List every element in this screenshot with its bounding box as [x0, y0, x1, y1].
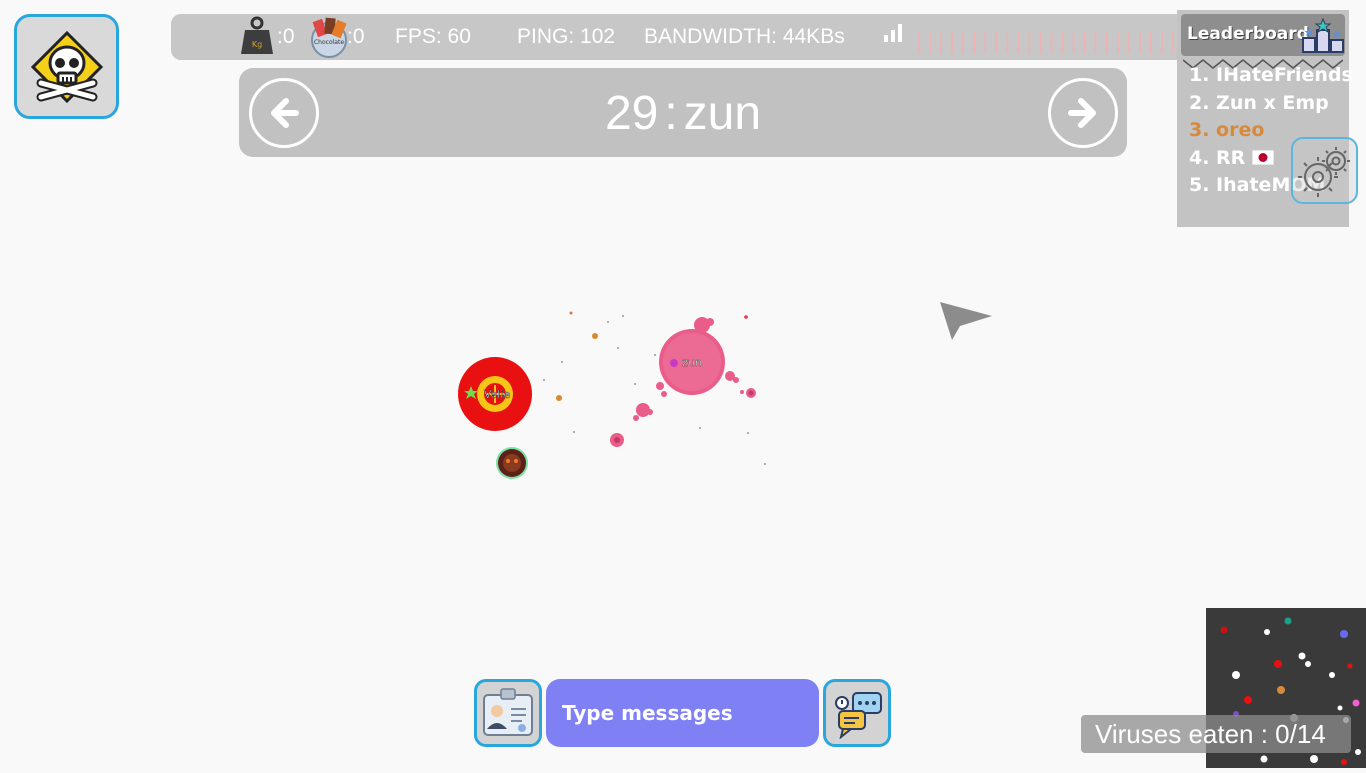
- enemy-cell-name: Velie: [484, 388, 511, 401]
- skull-crossbones-icon: [30, 30, 103, 103]
- leaderboard-entry: 1. IHateFriends: [1189, 64, 1353, 86]
- mouse-direction-pointer-icon: [940, 302, 992, 340]
- arrow-right-icon: [1068, 98, 1096, 128]
- spectate-separator: :: [664, 87, 678, 140]
- spectate-rank: 29: [604, 87, 659, 140]
- spectate-player-name: zun: [683, 87, 762, 140]
- leaderboard-entry: 4. RR: [1189, 147, 1275, 169]
- japan-flag-icon: [1251, 149, 1275, 166]
- svg-text:Kg: Kg: [252, 40, 262, 49]
- leaderboard-entry-self: 3. oreo: [1189, 119, 1265, 141]
- leaderboard-entry-text: 4. RR: [1189, 147, 1246, 169]
- mass-count: :0: [277, 25, 295, 48]
- settings-button[interactable]: [1291, 137, 1358, 204]
- signal-icon: [884, 24, 902, 42]
- leaderboard-header: Leaderboard: [1181, 14, 1345, 56]
- chat-toggle-button[interactable]: [823, 679, 891, 747]
- player-cell: zun: [659, 329, 725, 395]
- svg-text:Chocolate: Chocolate: [314, 39, 344, 46]
- leaderboard-entry: 2. Zun x Emp: [1189, 92, 1329, 114]
- food-pellets: [543, 311, 766, 465]
- leaderboard-title: Leaderboard: [1187, 24, 1309, 44]
- bandwidth-graph: ||||||||||||||||||||||||||: [913, 29, 1201, 53]
- weight-icon: Kg: [241, 16, 273, 54]
- gear-icon: [1297, 146, 1350, 197]
- chat-bubbles-icon: [835, 692, 882, 739]
- chocolate-count: :0: [347, 25, 365, 48]
- player-cell-name: zun: [682, 356, 702, 369]
- bandwidth-readout: BANDWIDTH: 44KBs: [644, 25, 845, 48]
- viruses-eaten-counter: Viruses eaten : 0/14: [1081, 715, 1351, 753]
- podium-icon: [1302, 18, 1344, 53]
- fps-readout: FPS: 60: [395, 25, 471, 48]
- skull-menu-button[interactable]: [14, 14, 119, 119]
- spectate-target: 29: zun: [239, 86, 1127, 141]
- profile-card-button[interactable]: [474, 679, 542, 747]
- id-card-icon: [483, 688, 533, 736]
- chat-input[interactable]: [546, 679, 819, 747]
- stats-bar: Kg :0 Chocolate :0 FPS: 60 PING: 102 BAN…: [171, 14, 1201, 60]
- enemy-cell: Velie: [458, 357, 532, 431]
- small-skinned-cell: [496, 447, 528, 479]
- spectate-panel: 29: zun: [239, 68, 1127, 157]
- chocolate-icon: Chocolate: [311, 17, 347, 58]
- ping-readout: PING: 102: [517, 25, 616, 48]
- game-field: zun Velie: [458, 311, 766, 479]
- next-player-button[interactable]: [1048, 78, 1118, 148]
